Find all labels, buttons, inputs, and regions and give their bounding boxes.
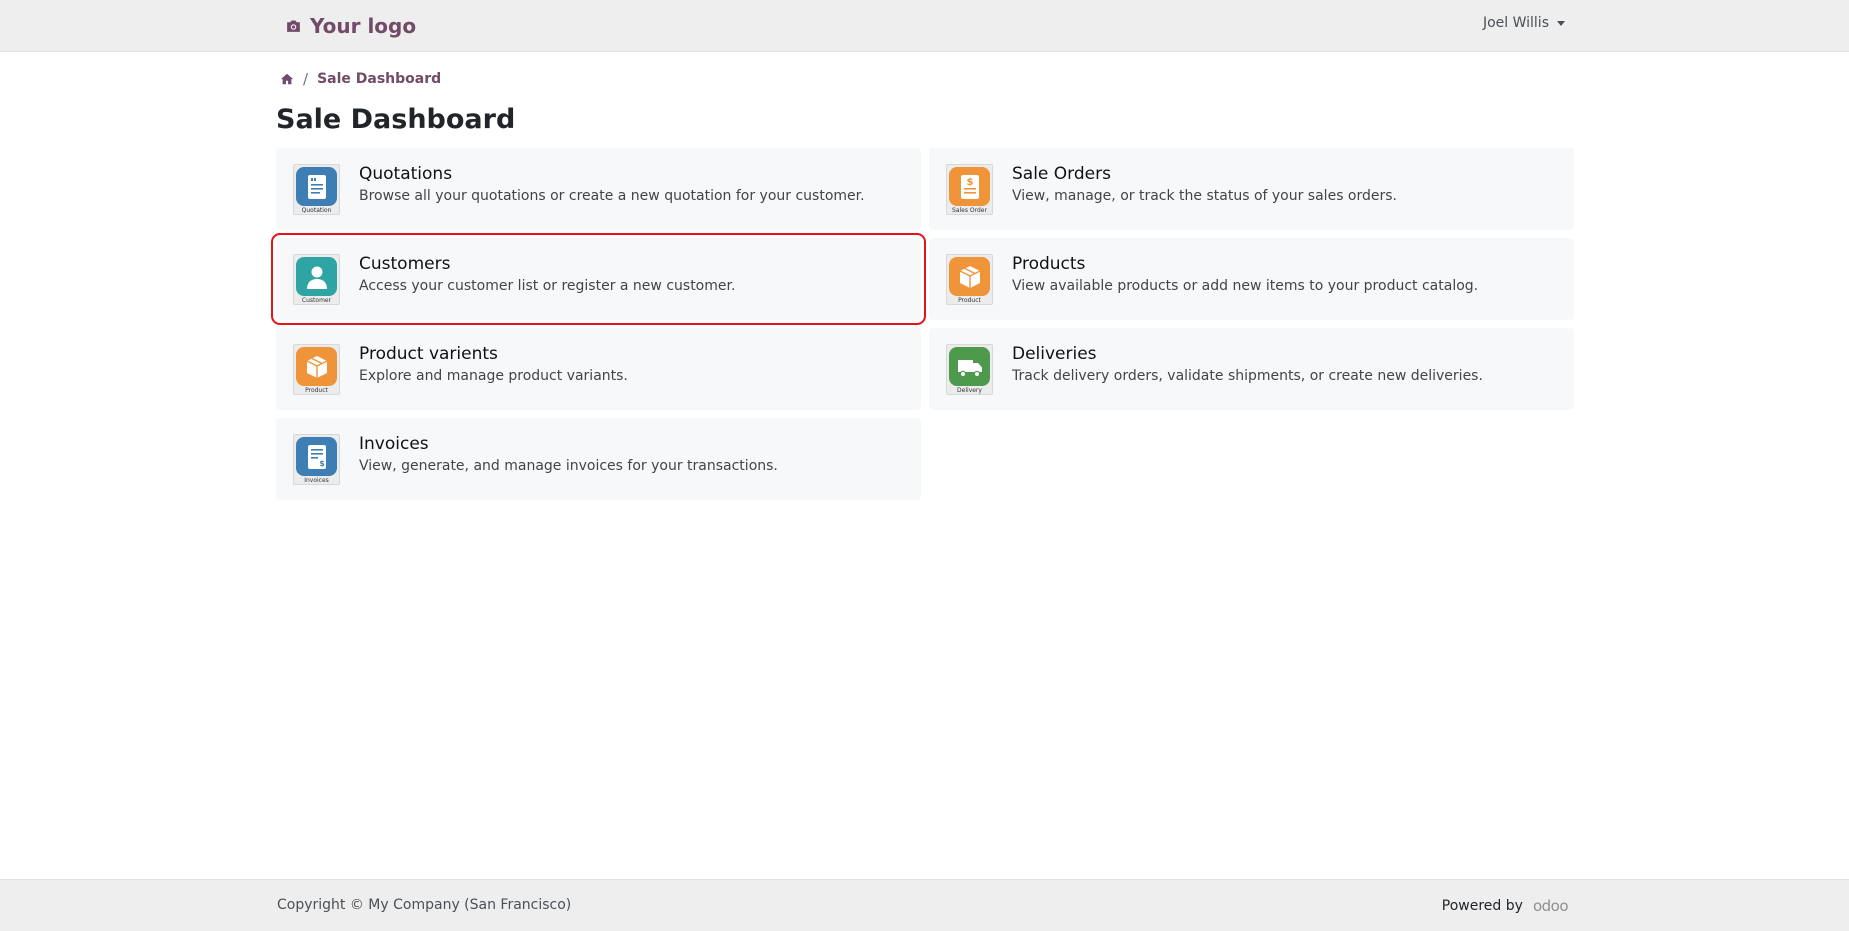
card-title: Invoices [359,434,429,454]
powered-by: Powered by odoo [1441,897,1569,915]
card-description: Browse all your quotations or create a n… [359,188,865,204]
delivery-truck-icon: Delivery [946,344,993,395]
card-description: View available products or add new items… [1012,278,1479,294]
quotation-icon: Quotation [293,164,340,215]
breadcrumb-separator: / [303,70,309,88]
svg-text:$: $ [319,459,325,468]
card-sale-orders[interactable]: $ Sales Order Sale Orders View, manage, … [929,148,1574,230]
card-product-variants[interactable]: Product Product varients Explore and man… [276,328,921,410]
invoice-icon: $ Invoices [293,434,340,485]
card-description: View, generate, and manage invoices for … [359,458,778,474]
customer-icon: Customer [293,254,340,305]
card-products[interactable]: Product Products View available products… [929,238,1574,320]
logo-text: Your logo [310,14,417,38]
breadcrumb-current[interactable]: Sale Dashboard [317,71,441,87]
product-icon: Product [946,254,993,305]
svg-text:$: $ [966,177,973,188]
card-description: Explore and manage product variants. [359,368,628,384]
card-description: Access your customer list or register a … [359,278,736,294]
breadcrumb: / Sale Dashboard [280,69,441,89]
card-title: Products [1012,254,1086,274]
user-name: Joel Willis [1482,15,1549,31]
user-menu-dropdown[interactable]: Joel Willis [1483,15,1565,31]
camera-icon [287,20,300,32]
card-title: Deliveries [1012,344,1097,364]
card-invoices[interactable]: $ Invoices Invoices View, generate, and … [276,418,921,500]
sales-order-icon: $ Sales Order [946,164,993,215]
card-deliveries[interactable]: Delivery Deliveries Track delivery order… [929,328,1574,410]
product-icon: Product [293,344,340,395]
card-title: Sale Orders [1012,164,1111,184]
chevron-down-icon [1557,20,1565,26]
company-logo[interactable]: Your logo [285,11,416,41]
powered-by-label: Powered by [1441,898,1523,914]
card-description: Track delivery orders, validate shipment… [1012,368,1483,384]
home-icon[interactable] [280,72,294,86]
card-title: Product varients [359,344,498,364]
odoo-logo[interactable]: odoo [1533,897,1569,915]
card-description: View, manage, or track the status of you… [1012,188,1398,204]
card-title: Quotations [359,164,453,184]
dashboard-grid: Quotation Quotations Browse all your quo… [271,148,1574,500]
page-title: Sale Dashboard [276,104,516,135]
card-title: Customers [359,254,451,274]
card-quotations[interactable]: Quotation Quotations Browse all your quo… [276,148,921,230]
top-navbar: Your logo Joel Willis [0,0,1849,52]
card-customers[interactable]: Customer Customers Access your customer … [271,233,926,325]
copyright-text: Copyright © My Company (San Francisco) [277,897,572,913]
footer: Copyright © My Company (San Francisco) P… [0,879,1849,931]
